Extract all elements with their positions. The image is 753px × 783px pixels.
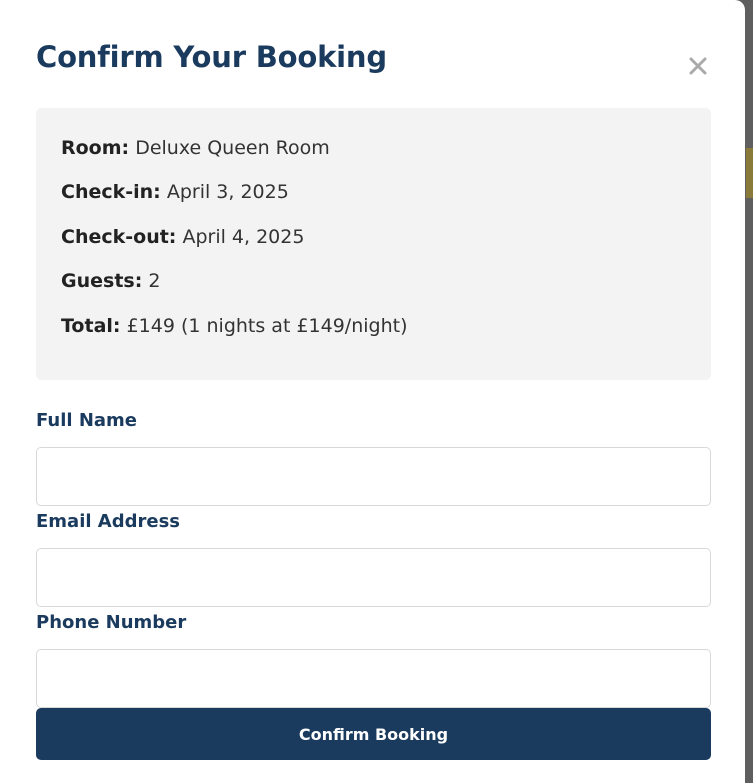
email-label: Email Address — [36, 511, 181, 532]
confirm-booking-button[interactable]: Confirm Booking — [36, 708, 711, 760]
summary-room-label: Room: — [61, 137, 130, 159]
full-name-label: Full Name — [36, 410, 137, 431]
email-input[interactable] — [36, 548, 711, 607]
summary-guests: Guests: 2 — [61, 270, 160, 292]
modal-title: Confirm Your Booking — [36, 40, 387, 74]
close-icon — [689, 57, 707, 75]
background-page-element — [746, 148, 753, 198]
close-button[interactable] — [682, 50, 714, 82]
phone-label: Phone Number — [36, 612, 187, 633]
booking-summary: Room: Deluxe Queen Room Check-in: April … — [36, 108, 711, 380]
summary-total-label: Total: — [61, 315, 121, 337]
summary-total: Total: £149 (1 nights at £149/night) — [61, 315, 407, 337]
summary-room: Room: Deluxe Queen Room — [61, 137, 330, 159]
summary-check-in-label: Check-in: — [61, 181, 161, 203]
summary-check-out-value: April 4, 2025 — [182, 226, 305, 248]
summary-guests-label: Guests: — [61, 270, 143, 292]
summary-check-out-label: Check-out: — [61, 226, 177, 248]
summary-check-in: Check-in: April 3, 2025 — [61, 181, 289, 203]
summary-room-value: Deluxe Queen Room — [135, 137, 330, 159]
summary-total-value: £149 (1 nights at £149/night) — [126, 315, 408, 337]
summary-guests-value: 2 — [148, 270, 161, 292]
summary-check-in-value: April 3, 2025 — [166, 181, 289, 203]
booking-modal: Confirm Your Booking Room: Deluxe Queen … — [0, 0, 745, 783]
summary-check-out: Check-out: April 4, 2025 — [61, 226, 304, 248]
full-name-input[interactable] — [36, 447, 711, 506]
phone-input[interactable] — [36, 649, 711, 708]
